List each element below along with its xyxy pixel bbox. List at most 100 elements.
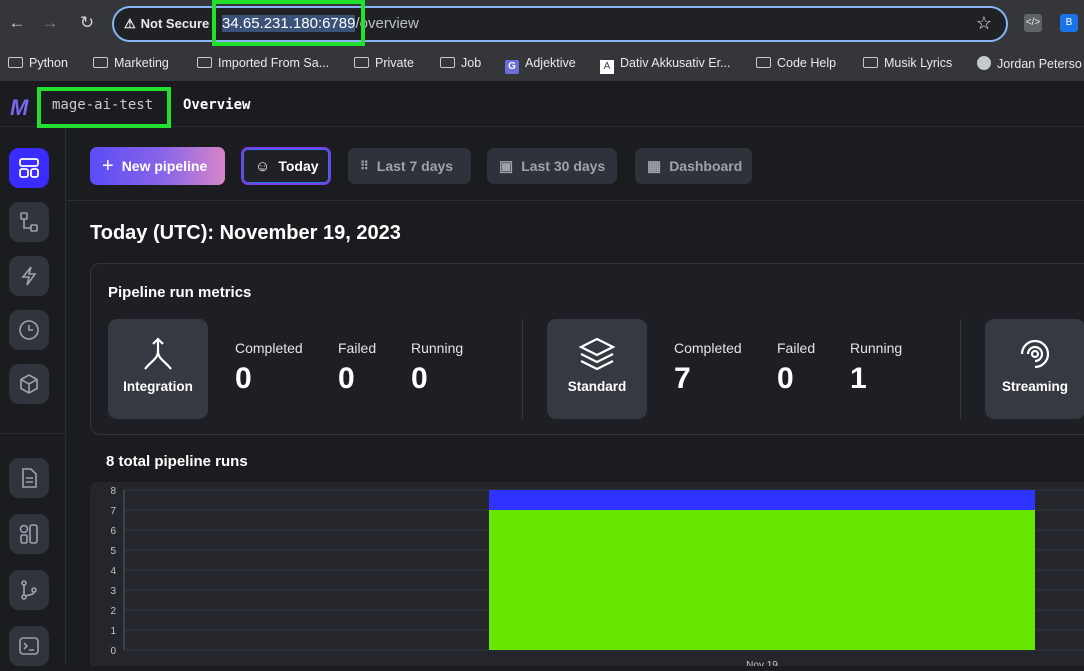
metrics-card-title: Pipeline run metrics <box>108 284 252 301</box>
pipeline-run-metrics-card: Pipeline run metrics Integration Complet… <box>90 263 1084 435</box>
history-nav-icon[interactable] <box>9 310 49 350</box>
stat-label: Failed <box>338 340 377 356</box>
x-tick-label: Nov 19 <box>746 660 778 666</box>
standard-running-stat: Running 1 <box>850 340 902 396</box>
dashboard-icon: ▦ <box>647 158 662 175</box>
y-tick-label: 7 <box>110 506 116 517</box>
today-tab[interactable]: ☺ Today <box>241 147 331 185</box>
pipelines-nav-icon[interactable] <box>9 202 49 242</box>
bookmark-dativ[interactable]: A Dativ Akkusativ Er... <box>600 56 730 74</box>
left-navigation <box>0 128 66 666</box>
integration-completed-stat: Completed 0 <box>235 340 303 396</box>
bookmarks-bar: Python Marketing Imported From Sa... Pri… <box>0 46 1084 82</box>
calendar-icon: ▣ <box>499 158 514 175</box>
bookmark-marketing[interactable]: Marketing <box>93 56 169 70</box>
folder-icon <box>93 57 108 68</box>
new-pipeline-label: New pipeline <box>121 158 208 174</box>
folder-icon <box>440 57 455 68</box>
bar-segment-1 <box>489 490 1035 510</box>
streaming-tile[interactable]: Streaming <box>985 319 1084 419</box>
stat-value: 0 <box>338 362 355 395</box>
dots-grid-icon: ⠿ <box>360 159 369 173</box>
last-30-days-tab[interactable]: ▣ Last 30 days <box>487 148 617 184</box>
reload-icon[interactable]: ↻ <box>76 12 98 34</box>
extension-icon[interactable]: B <box>1060 14 1078 32</box>
bookmark-label: Jordan Peterso <box>997 57 1082 71</box>
forward-icon[interactable]: → <box>39 12 61 34</box>
standard-tile[interactable]: Standard <box>547 319 647 419</box>
integration-icon <box>144 337 172 370</box>
stat-label: Failed <box>777 340 816 356</box>
bookmark-star-icon[interactable]: ☆ <box>976 13 992 34</box>
bookmark-adjektive[interactable]: G Adjektive <box>505 56 576 74</box>
rail-divider <box>0 433 66 434</box>
stat-label: Completed <box>674 340 742 356</box>
integration-label: Integration <box>123 379 193 394</box>
bookmark-code-help[interactable]: Code Help <box>756 56 836 70</box>
bookmark-private[interactable]: Private <box>354 56 414 70</box>
files-nav-icon[interactable] <box>9 458 49 498</box>
blocks-nav-icon[interactable] <box>9 364 49 404</box>
url-highlight-box <box>212 0 365 46</box>
y-tick-label: 3 <box>110 586 116 597</box>
bookmark-musik[interactable]: Musik Lyrics <box>863 56 952 70</box>
g-icon: G <box>505 60 519 74</box>
back-icon[interactable]: ← <box>6 12 28 34</box>
bookmark-label: Dativ Akkusativ Er... <box>620 56 731 70</box>
bookmark-label: Imported From Sa... <box>218 56 330 70</box>
total-runs-title: 8 total pipeline runs <box>106 453 248 470</box>
warning-icon: ⚠ <box>124 16 136 31</box>
page-title: Overview <box>183 97 251 113</box>
bookmark-label: Adjektive <box>525 56 576 70</box>
folder-icon <box>8 57 23 68</box>
terminal-nav-icon[interactable] <box>9 626 49 666</box>
security-indicator[interactable]: ⚠ Not Secure <box>124 16 209 32</box>
time-range-toolbar: + New pipeline ☺ Today ⠿ Last 7 days ▣ Last … <box>66 128 1084 201</box>
stat-label: Running <box>850 340 903 356</box>
overview-nav-icon[interactable] <box>9 148 49 188</box>
folder-icon <box>863 57 878 68</box>
templates-nav-icon[interactable] <box>9 514 49 554</box>
standard-completed-stat: Completed 7 <box>674 340 742 396</box>
streaming-icon <box>1020 339 1050 369</box>
dashboard-tab[interactable]: ▦ Dashboard <box>635 148 752 184</box>
smiley-icon: ☺ <box>255 157 271 175</box>
bar-segment-0 <box>489 510 1035 650</box>
stat-value: 1 <box>850 362 867 395</box>
last-30-days-label: Last 30 days <box>521 158 606 174</box>
stat-label: Completed <box>235 340 303 356</box>
bookmark-label: Musik Lyrics <box>884 56 953 70</box>
integration-running-stat: Running 0 <box>411 340 463 396</box>
page-icon: A <box>600 60 614 74</box>
standard-icon <box>578 337 616 371</box>
stat-value: 0 <box>411 362 428 395</box>
bookmark-label: Private <box>375 56 414 70</box>
y-tick-label: 2 <box>110 606 116 617</box>
stat-label: Running <box>411 340 464 356</box>
triggers-nav-icon[interactable] <box>9 256 49 296</box>
extension-code-icon[interactable]: </> <box>1024 14 1042 32</box>
integration-tile[interactable]: Integration <box>108 319 208 419</box>
browser-toolbar: ← → ↻ ⚠ Not Secure 34.65.231.180:6789/ove… <box>0 0 1084 46</box>
bookmark-jordan[interactable]: Jordan Peterso <box>977 56 1082 71</box>
y-tick-label: 5 <box>110 546 116 557</box>
overview-content: Today (UTC): November 19, 2023 Pipeline … <box>66 202 1084 671</box>
dashboard-label: Dashboard <box>669 158 743 174</box>
metrics-divider <box>522 319 523 419</box>
version-control-nav-icon[interactable] <box>9 570 49 610</box>
folder-icon <box>197 57 212 68</box>
bookmark-imported[interactable]: Imported From Sa... <box>197 56 329 70</box>
today-label: Today <box>278 158 319 174</box>
new-pipeline-button[interactable]: + New pipeline <box>90 147 225 185</box>
security-label: Not Secure <box>140 16 210 31</box>
stat-value: 0 <box>777 362 794 395</box>
bookmark-job[interactable]: Job <box>440 56 481 70</box>
runs-chart-svg: 0 1 2 3 4 5 6 7 8 Nov 19 <box>110 486 1084 671</box>
folder-icon <box>354 57 369 68</box>
bookmark-python[interactable]: Python <box>8 56 68 70</box>
stat-value: 0 <box>235 362 252 395</box>
standard-failed-stat: Failed 0 <box>777 340 815 396</box>
last-7-days-tab[interactable]: ⠿ Last 7 days <box>348 148 471 184</box>
metrics-divider <box>960 319 961 419</box>
mage-logo-icon[interactable]: M <box>10 95 28 121</box>
